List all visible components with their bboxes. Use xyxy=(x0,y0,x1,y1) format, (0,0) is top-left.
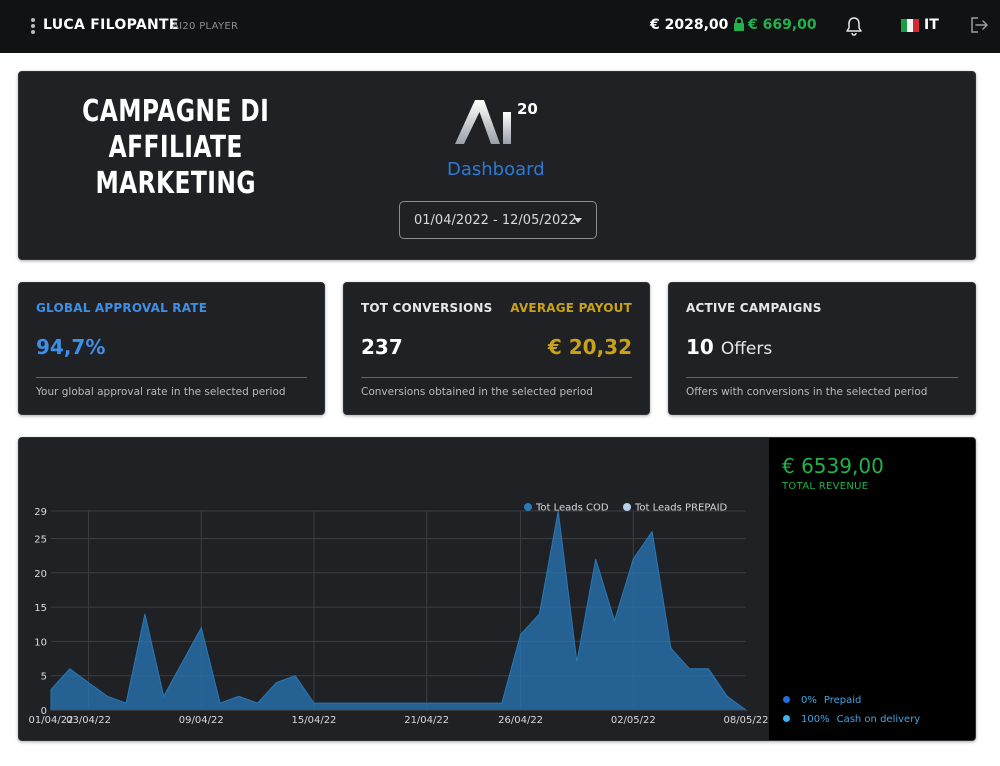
x-tick-label: 15/04/22 xyxy=(292,715,337,726)
approval-rate-card: GLOBAL APPROVAL RATE 94,7% Your global a… xyxy=(18,282,325,415)
leads-chart-card: 0 5 10 15 20 25 29 01/04/22 03/04/22 09/04/22 15/0… xyxy=(18,437,976,741)
approval-rate-description: Your global approval rate in the selecte… xyxy=(36,386,286,398)
divider xyxy=(686,377,958,378)
user-name: LUCA FILOPANTE xyxy=(43,17,179,33)
y-tick-label: 10 xyxy=(34,637,47,648)
total-revenue-amount: € 6539,00 xyxy=(782,454,884,478)
x-tick-label: 03/04/22 xyxy=(66,715,111,726)
hero-title-line1: CAMPAGNE DI xyxy=(82,94,270,129)
approval-rate-label: GLOBAL APPROVAL RATE xyxy=(36,301,208,315)
y-tick-label: 29 xyxy=(34,507,47,518)
y-tick-label: 20 xyxy=(34,569,47,580)
top-bar: LUCA FILOPANTE AI20 PLAYER € 2028,00 € 6… xyxy=(0,0,1000,53)
hero-title-line2: AFFILIATE MARKETING xyxy=(95,130,256,201)
ai20-logo: 20 xyxy=(455,100,538,144)
logo-superscript: 20 xyxy=(517,100,538,118)
prepaid-label: Prepaid xyxy=(823,695,862,706)
x-tick-label: 09/04/22 xyxy=(179,715,224,726)
approval-rate-value: 94,7% xyxy=(36,335,106,359)
menu-icon[interactable] xyxy=(30,18,36,34)
balance: € 2028,00 xyxy=(650,17,729,33)
italy-flag-icon[interactable] xyxy=(901,19,919,32)
revenue-panel: € 6539,00 TOTAL REVENUE 0% Prepaid 100% Ca… xyxy=(769,438,975,740)
cod-percent: 100% xyxy=(801,714,830,725)
prepaid-dot xyxy=(783,696,790,703)
total-revenue-label: TOTAL REVENUE xyxy=(782,481,869,492)
conversions-value: 237 xyxy=(361,335,403,359)
y-tick-label: 25 xyxy=(34,534,47,545)
y-tick-label: 15 xyxy=(34,603,47,614)
y-tick-label: 5 xyxy=(41,672,47,683)
active-campaigns-value: 10 Offers xyxy=(686,335,772,359)
x-tick-label: 26/04/22 xyxy=(498,715,543,726)
language-selector[interactable]: IT xyxy=(924,17,939,33)
x-tick-label: 02/05/22 xyxy=(611,715,656,726)
lock-icon xyxy=(734,17,744,31)
dashboard-label: Dashboard xyxy=(447,159,545,180)
hero-title: CAMPAGNE DI AFFILIATE MARKETING xyxy=(47,94,304,202)
bell-icon[interactable] xyxy=(845,16,863,40)
cod-dot xyxy=(783,715,790,722)
active-campaigns-label: ACTIVE CAMPAIGNS xyxy=(686,301,822,315)
date-range-value: 01/04/2022 - 12/05/2022 xyxy=(414,213,577,228)
legend-label: Tot Leads COD xyxy=(535,503,609,514)
divider xyxy=(361,377,632,378)
user-role: AI20 PLAYER xyxy=(172,21,239,32)
active-campaigns-count: 10 xyxy=(686,335,714,359)
legend-marker xyxy=(524,503,532,511)
date-range-select[interactable]: 01/04/2022 - 12/05/2022 xyxy=(399,201,597,239)
payment-prepaid: 0% Prepaid xyxy=(783,695,861,706)
legend-label: Tot Leads PREPAID xyxy=(634,503,728,514)
active-campaigns-card: ACTIVE CAMPAIGNS 10 Offers Offers with c… xyxy=(668,282,976,415)
divider xyxy=(36,377,307,378)
leads-area-chart: 05101520252901/04/2203/04/22 09/04/22 15/0… xyxy=(29,503,769,727)
cod-label: Cash on delivery xyxy=(836,714,921,725)
header-card: CAMPAGNE DI AFFILIATE MARKETING 20 Dashb… xyxy=(18,71,976,260)
series-area-cod xyxy=(50,510,748,711)
conversions-card: TOT CONVERSIONS AVERAGE PAYOUT 237 € 20,… xyxy=(343,282,650,415)
locked-balance: € 669,00 xyxy=(733,17,817,33)
conversions-label: TOT CONVERSIONS xyxy=(361,301,493,315)
active-campaigns-description: Offers with conversions in the selected … xyxy=(686,386,928,398)
average-payout-label: AVERAGE PAYOUT xyxy=(510,301,632,315)
locked-balance-value: € 669,00 xyxy=(748,17,817,33)
legend-marker xyxy=(623,503,631,511)
logout-icon[interactable] xyxy=(970,16,989,38)
payment-cod: 100% Cash on delivery xyxy=(783,714,920,725)
conversions-description: Conversions obtained in the selected per… xyxy=(361,386,593,398)
x-tick-label: 08/05/22 xyxy=(724,715,769,726)
prepaid-percent: 0% xyxy=(801,695,817,706)
average-payout-value: € 20,32 xyxy=(547,335,632,359)
x-tick-label: 21/04/22 xyxy=(404,715,449,726)
chevron-down-icon xyxy=(574,218,582,223)
active-campaigns-unit: Offers xyxy=(720,339,773,359)
